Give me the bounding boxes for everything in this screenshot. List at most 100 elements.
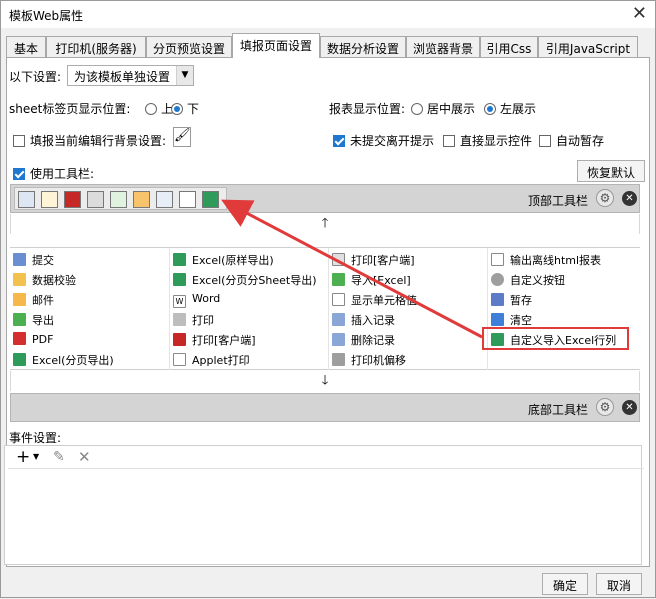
item-label: 输出离线html报表 xyxy=(510,254,602,267)
list-item[interactable]: 打印[客户端] xyxy=(170,329,256,349)
list-item[interactable]: 打印[客户端] xyxy=(329,249,415,269)
event-settings-box: + ▼ ✎ ✕ xyxy=(4,445,644,565)
check-use-toolbar[interactable]: 使用工具栏: xyxy=(13,165,94,182)
word-icon: W xyxy=(173,295,186,308)
validate-icon xyxy=(41,191,58,208)
pdf-icon xyxy=(64,191,81,208)
mail-icon xyxy=(133,191,150,208)
checkbox-icon xyxy=(333,135,345,147)
item-label: 显示单元格值 xyxy=(351,294,417,307)
list-item[interactable]: 打印 xyxy=(170,309,214,329)
add-icon[interactable]: + xyxy=(16,447,30,467)
item-label: 清空 xyxy=(510,314,532,327)
highlight-box xyxy=(482,327,629,350)
check-unsubmitted-leave[interactable]: 未提交离开提示 xyxy=(333,132,434,149)
item-label: 导出 xyxy=(32,314,54,327)
tab-basic[interactable]: 基本 xyxy=(6,36,46,57)
tab-printer-server[interactable]: 打印机(服务器) xyxy=(46,36,146,57)
move-down-arrow[interactable]: 🡓 xyxy=(10,371,640,391)
temp-save-icon xyxy=(491,293,504,306)
checkbox-label: 使用工具栏: xyxy=(30,167,95,181)
delete-record-icon xyxy=(332,333,345,346)
printer-offset-icon xyxy=(332,353,345,366)
settings-select[interactable]: 为该模板单独设置 ▼ xyxy=(67,65,194,86)
item-label: 提交 xyxy=(32,254,54,267)
window-title: 模板Web属性 xyxy=(9,9,84,23)
radio-sheet-bottom[interactable]: 下 xyxy=(171,100,199,117)
radio-icon xyxy=(171,103,183,115)
gear-icon xyxy=(491,273,504,286)
chevron-down-icon[interactable]: ▼ xyxy=(33,452,39,461)
save-icon xyxy=(18,191,35,208)
radio-report-left[interactable]: 左展示 xyxy=(484,100,536,117)
list-item[interactable]: Excel(分页导出) xyxy=(10,349,114,369)
list-item[interactable]: 提交 xyxy=(10,249,54,269)
item-label: 打印[客户端] xyxy=(192,334,256,347)
item-label: 打印[客户端] xyxy=(351,254,415,267)
list-item[interactable]: 打印机偏移 xyxy=(329,349,406,369)
list-item[interactable]: 自定义按钮 xyxy=(488,269,565,289)
print-client-icon xyxy=(173,333,186,346)
item-label: PDF xyxy=(32,333,54,346)
item-label: 邮件 xyxy=(32,294,54,307)
list-item[interactable]: PDF xyxy=(10,329,53,349)
radio-label: 居中展示 xyxy=(427,102,476,116)
restore-default-button[interactable]: 恢复默认 xyxy=(577,160,645,182)
settings-select-value: 为该模板单独设置 xyxy=(74,70,171,84)
cancel-button[interactable]: 取消 xyxy=(596,573,642,595)
delete-icon[interactable]: ✕ xyxy=(78,448,91,466)
check-direct-show[interactable]: 直接显示控件 xyxy=(443,132,532,149)
check-fill-bg[interactable]: 填报当前编辑行背景设置: xyxy=(13,132,166,149)
list-item[interactable]: 显示单元格值 xyxy=(329,289,417,309)
list-item[interactable]: 邮件 xyxy=(10,289,54,309)
paint-bucket-icon[interactable]: 🖌 xyxy=(173,127,191,147)
list-item[interactable]: 插入记录 xyxy=(329,309,395,329)
tab-page-preview[interactable]: 分页预览设置 xyxy=(146,36,232,57)
move-up-arrow[interactable]: 🡑 xyxy=(10,214,640,234)
remove-icon[interactable]: ✕ xyxy=(622,400,637,415)
remove-icon[interactable]: ✕ xyxy=(622,191,637,206)
close-icon[interactable]: ✕ xyxy=(632,3,647,25)
item-label: 自定义按钮 xyxy=(510,274,565,287)
list-item[interactable]: 导出 xyxy=(10,309,54,329)
radio-sheet-top[interactable]: 上 xyxy=(145,100,173,117)
edit-icon[interactable]: ✎ xyxy=(53,449,65,465)
list-item[interactable]: 清空 xyxy=(488,309,532,329)
gear-icon[interactable]: ⚙ xyxy=(596,398,614,416)
list-item[interactable]: Excel(分页分Sheet导出) xyxy=(170,269,317,289)
tab-css[interactable]: 引用Css xyxy=(480,36,538,57)
tab-javascript[interactable]: 引用JavaScript xyxy=(538,36,638,57)
item-label: Excel(原样导出) xyxy=(192,254,274,267)
report-position-label: 报表显示位置: xyxy=(329,102,406,116)
ok-button[interactable]: 确定 xyxy=(542,573,588,595)
list-item[interactable]: 数据校验 xyxy=(10,269,76,289)
tab-browser-bg[interactable]: 浏览器背景 xyxy=(406,36,480,57)
gear-icon[interactable]: ⚙ xyxy=(596,189,614,207)
radio-label: 下 xyxy=(187,102,200,116)
item-label: Applet打印 xyxy=(192,354,250,367)
insert-record-icon xyxy=(156,191,173,208)
checkbox-icon xyxy=(539,135,551,147)
list-item[interactable]: 导入[Excel] xyxy=(329,269,411,289)
list-item[interactable]: Excel(原样导出) xyxy=(170,249,274,269)
top-toolbar: 顶部工具栏 ⚙ ✕ xyxy=(10,184,640,213)
item-label: 插入记录 xyxy=(351,314,395,327)
blank-icon xyxy=(179,191,196,208)
list-item[interactable]: 删除记录 xyxy=(329,329,395,349)
excel-icon xyxy=(173,253,186,266)
radio-report-center[interactable]: 居中展示 xyxy=(411,100,475,117)
item-label: 打印 xyxy=(192,314,214,327)
checkbox-label: 自动暂存 xyxy=(556,134,605,148)
top-toolbar-buttons[interactable] xyxy=(14,187,227,210)
list-item[interactable]: 暂存 xyxy=(488,289,532,309)
list-item[interactable]: W Word xyxy=(170,289,220,309)
tab-fill-page[interactable]: 填报页面设置 xyxy=(232,33,320,58)
list-item[interactable]: Applet打印 xyxy=(170,349,250,369)
check-auto-save[interactable]: 自动暂存 xyxy=(539,132,604,149)
import-excel-icon xyxy=(332,273,345,286)
list-item[interactable]: 输出离线html报表 xyxy=(488,249,601,269)
available-buttons-grid: 提交 数据校验 邮件 导出 PDF Excel(分页导出) Excel(原样导出… xyxy=(10,247,640,370)
export-icon xyxy=(110,191,127,208)
excel-icon xyxy=(173,273,186,286)
tab-data-analysis[interactable]: 数据分析设置 xyxy=(320,36,406,57)
